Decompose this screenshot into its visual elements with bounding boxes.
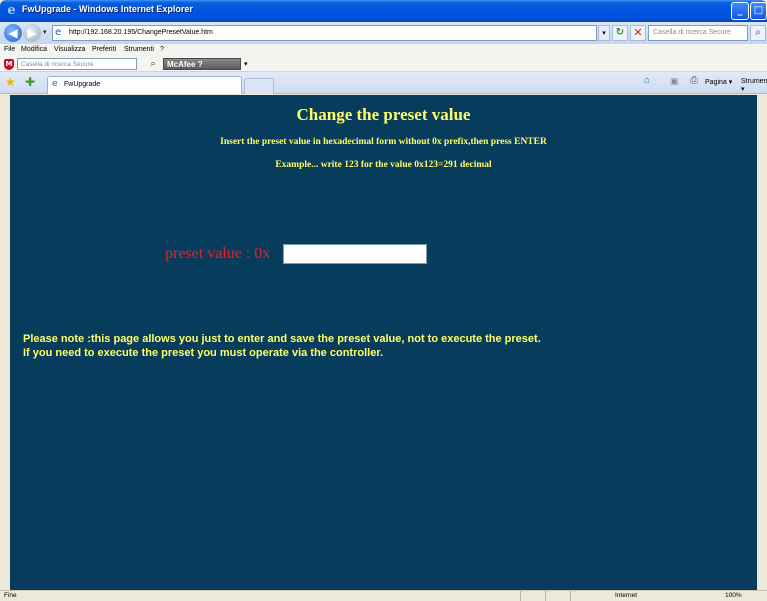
- search-input[interactable]: Casella di ricerca Secure: [648, 25, 748, 41]
- help-icon: ?: [197, 60, 203, 69]
- page-title: Change the preset value: [296, 105, 471, 124]
- forward-button[interactable]: ▶: [23, 24, 41, 42]
- note-text: Please note :this page allows you just t…: [23, 332, 743, 360]
- menu-help[interactable]: ?: [160, 46, 164, 53]
- address-url[interactable]: http://192.168.20.195/ChangePresetValue.…: [69, 29, 213, 36]
- favorites-star-icon[interactable]: ★: [5, 75, 16, 89]
- note-line-2: If you need to execute the preset you mu…: [23, 347, 384, 359]
- print-icon[interactable]: ⎙: [690, 75, 698, 86]
- status-bar: Fine Internet 100%: [0, 590, 767, 601]
- preset-value-input[interactable]: [283, 244, 427, 264]
- tab-label: FwUpgrade: [64, 81, 101, 88]
- example-text: Example... write 123 for the value 0x123…: [275, 160, 492, 170]
- menu-modifica[interactable]: Modifica: [21, 46, 47, 53]
- mcafee-search-input[interactable]: Casella di ricerca Secure: [17, 58, 137, 70]
- page-icon: e: [55, 27, 62, 38]
- mcafee-shield-icon[interactable]: M: [4, 59, 14, 70]
- menu-file[interactable]: File: [4, 46, 15, 53]
- recent-pages-dropdown-icon[interactable]: ▾: [43, 28, 47, 36]
- tab-fwupgrade[interactable]: e FwUpgrade: [47, 76, 242, 94]
- stop-button[interactable]: ✕: [630, 25, 646, 41]
- maximize-button[interactable]: □: [750, 2, 767, 20]
- address-bar-row: ◀ ▶ ▾ e http://192.168.20.195/ChangePres…: [0, 22, 767, 44]
- home-icon[interactable]: ⌂: [644, 75, 650, 86]
- menu-bar: File Modifica Visualizza Preferiti Strum…: [0, 44, 767, 57]
- page-menu-button[interactable]: Pagina ▾: [705, 78, 732, 86]
- minimize-button[interactable]: _: [731, 2, 749, 20]
- zoom-level[interactable]: 100%: [725, 592, 742, 599]
- page-icon: e: [52, 79, 58, 89]
- feeds-icon[interactable]: ▣: [670, 76, 679, 87]
- mcafee-dropdown-icon[interactable]: ▾: [244, 60, 248, 68]
- window-title: FwUpgrade - Windows Internet Explorer: [22, 4, 193, 14]
- tools-menu-button[interactable]: Strumenti ▾: [741, 78, 767, 93]
- ie-logo-icon: e: [7, 3, 16, 18]
- page-content: Change the preset value Insert the prese…: [10, 95, 757, 590]
- address-dropdown-button[interactable]: ▾: [598, 25, 610, 41]
- browser-window: e FwUpgrade - Windows Internet Explorer …: [0, 0, 767, 601]
- status-text: Fine: [4, 592, 17, 599]
- back-button[interactable]: ◀: [4, 24, 22, 42]
- refresh-button[interactable]: ↻: [612, 25, 628, 41]
- menu-preferiti[interactable]: Preferiti: [92, 46, 116, 53]
- menu-strumenti[interactable]: Strumenti: [124, 46, 154, 53]
- new-tab-button[interactable]: [244, 78, 274, 94]
- preset-value-label: preset value : 0x: [165, 245, 271, 262]
- add-favorites-icon[interactable]: ✚: [25, 75, 35, 89]
- mcafee-toolbar: M Casella di ricerca Secure ⌕ McAfee ? ▾: [0, 57, 767, 72]
- instruction-text: Insert the preset value in hexadecimal f…: [220, 137, 547, 147]
- note-line-1: Please note :this page allows you just t…: [23, 333, 541, 345]
- internet-zone-label[interactable]: Internet: [615, 592, 637, 599]
- address-field[interactable]: e http://192.168.20.195/ChangePresetValu…: [52, 25, 597, 41]
- tab-bar: ★ ✚ e FwUpgrade ⌂ ▣ ⎙ Pagina ▾ Strumenti…: [0, 72, 767, 94]
- title-bar[interactable]: e FwUpgrade - Windows Internet Explorer …: [0, 0, 767, 22]
- mcafee-logo-label: McAfee: [167, 60, 196, 69]
- search-icon[interactable]: ⌕: [147, 58, 159, 70]
- mcafee-menu-button[interactable]: McAfee ?: [163, 58, 241, 70]
- menu-visualizza[interactable]: Visualizza: [54, 46, 85, 53]
- search-icon[interactable]: ⌕: [750, 25, 766, 41]
